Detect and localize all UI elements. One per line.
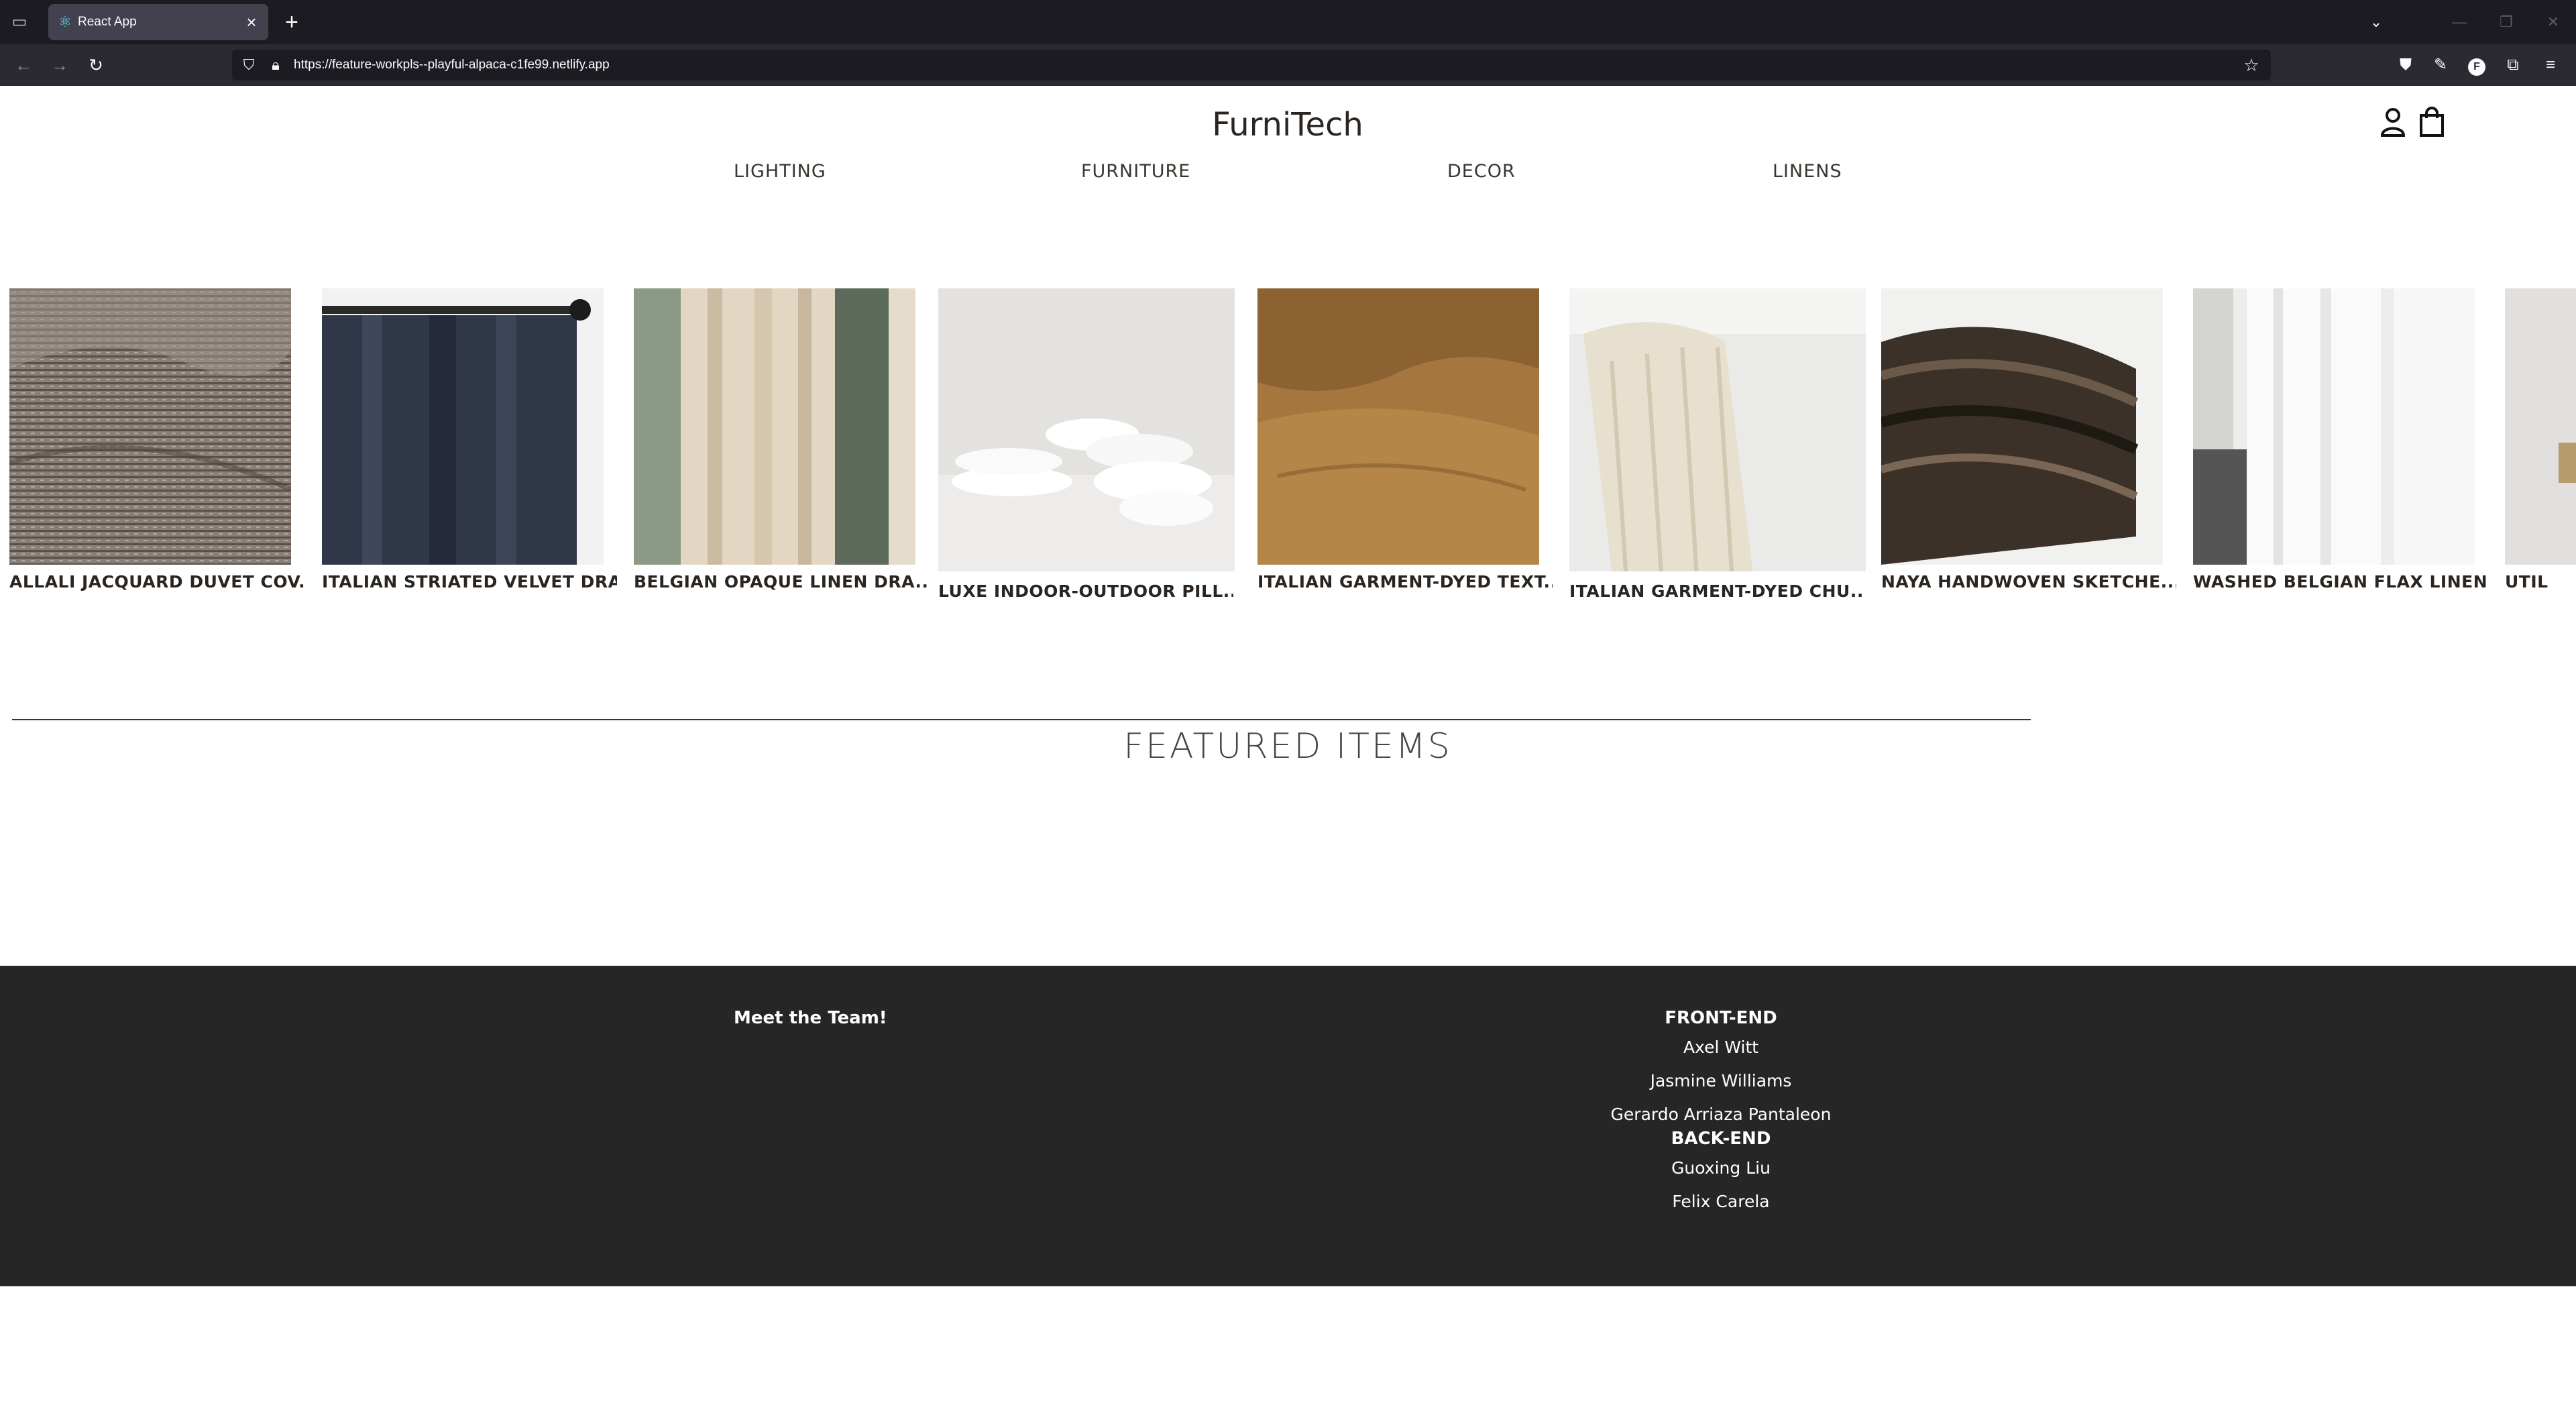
footer: Meet the Team! FRONT-END Axel Witt Jasmi… — [0, 966, 2576, 1286]
browser-nav-bar: ← → ↻ ⛉ 🔒︎ https://feature-workpls--play… — [0, 44, 2576, 86]
url-text[interactable]: https://feature-workpls--playful-alpaca-… — [294, 56, 610, 74]
product-card[interactable]: NAYA HANDWOVEN SKETCHE... — [1881, 288, 2176, 624]
restore-icon[interactable]: ❐ — [2495, 11, 2518, 34]
nav-decor[interactable]: DECOR — [1447, 160, 1516, 184]
address-bar[interactable]: ⛉ 🔒︎ https://feature-workpls--playful-al… — [232, 50, 2271, 80]
shopping-bag-icon[interactable] — [2416, 106, 2448, 139]
devtools-wrench-icon[interactable]: ✎ — [2429, 54, 2452, 76]
team-member: Gerardo Arriaza Pantaleon — [1610, 1105, 1832, 1124]
product-name[interactable]: ITALIAN GARMENT-DYED CHU... — [1569, 578, 1864, 605]
bookmark-star-icon[interactable]: ☆ — [2241, 55, 2261, 75]
product-card[interactable]: BELGIAN OPAQUE LINEN DRA... — [634, 288, 929, 624]
profile-icon[interactable]: F — [2465, 54, 2488, 76]
new-tab-icon[interactable]: + — [280, 11, 303, 34]
frontend-heading: FRONT-END — [1665, 1008, 1777, 1028]
close-window-icon[interactable]: ✕ — [2542, 11, 2565, 34]
tab-title: React App — [78, 15, 137, 29]
product-name[interactable]: LUXE INDOOR-OUTDOOR PILL... — [938, 578, 1233, 605]
react-favicon-icon: ⚛ — [58, 13, 72, 30]
product-card[interactable]: ITALIAN STRIATED VELVET DRA... — [322, 288, 617, 624]
team-list: FRONT-END Axel Witt Jasmine Williams Ger… — [1587, 1006, 1855, 1214]
product-image[interactable] — [2193, 288, 2475, 565]
browser-tab-bar: ▭ ⚛ React App × + ⌄ — ❐ ✕ — [0, 0, 2576, 44]
team-member: Axel Witt — [1683, 1038, 1759, 1057]
product-card[interactable]: WASHED BELGIAN FLAX LINEN... — [2193, 288, 2488, 624]
product-image[interactable] — [9, 288, 291, 565]
browser-tab[interactable]: ⚛ React App × — [48, 4, 268, 40]
backend-heading: BACK-END — [1671, 1129, 1771, 1149]
product-image[interactable] — [322, 288, 604, 565]
tracking-protection-icon[interactable]: ⛉ — [239, 55, 259, 75]
account-icon[interactable] — [2377, 106, 2409, 139]
product-name[interactable]: ALLALI JACQUARD DUVET COV... — [9, 569, 304, 596]
product-card[interactable]: ITALIAN GARMENT-DYED CHU... — [1569, 288, 1866, 624]
page: FurniTech LIGHTING FURNITURE DECOR LINEN… — [0, 86, 2576, 1401]
lock-icon[interactable]: 🔒︎ — [266, 55, 286, 75]
forward-icon[interactable]: → — [48, 54, 71, 76]
close-tab-icon[interactable]: × — [241, 12, 262, 32]
brand-logo[interactable]: FurniTech — [1120, 103, 1455, 146]
menu-icon[interactable]: ≡ — [2539, 54, 2562, 76]
product-carousel: ALLALI JACQUARD DUVET COV... ITALIAN STR… — [0, 288, 2576, 718]
product-name[interactable]: ITALIAN GARMENT-DYED TEXT... — [1257, 569, 1553, 596]
product-name[interactable]: ITALIAN STRIATED VELVET DRA... — [322, 569, 617, 596]
featured-items-title: FEATURED ITEMS — [1123, 726, 1452, 767]
product-card[interactable]: UTIL — [2505, 288, 2576, 624]
team-member: Felix Carela — [1672, 1192, 1770, 1211]
section-divider — [12, 719, 2031, 720]
product-image[interactable] — [1257, 288, 1539, 565]
product-name[interactable]: WASHED BELGIAN FLAX LINEN... — [2193, 569, 2488, 596]
product-image[interactable] — [1881, 288, 2163, 565]
product-card[interactable]: LUXE INDOOR-OUTDOOR PILL... — [938, 288, 1235, 624]
list-all-tabs-icon[interactable]: ⌄ — [2365, 11, 2388, 34]
product-image[interactable] — [2505, 288, 2576, 565]
product-name[interactable]: BELGIAN OPAQUE LINEN DRA... — [634, 569, 929, 596]
firefox-view-icon[interactable]: ▭ — [9, 12, 30, 32]
product-image[interactable] — [1569, 288, 1866, 571]
nav-lighting[interactable]: LIGHTING — [734, 160, 826, 184]
minimize-icon[interactable]: — — [2448, 11, 2471, 34]
nav-linens[interactable]: LINENS — [1773, 160, 1842, 184]
pocket-icon[interactable]: ⛊ — [2394, 54, 2417, 76]
meet-the-team-heading: Meet the Team! — [734, 1008, 887, 1028]
product-name[interactable]: NAYA HANDWOVEN SKETCHE... — [1881, 569, 2176, 596]
product-card[interactable]: ITALIAN GARMENT-DYED TEXT... — [1257, 288, 1553, 624]
product-image[interactable] — [938, 288, 1235, 571]
nav-furniture[interactable]: FURNITURE — [1081, 160, 1190, 184]
reload-icon[interactable]: ↻ — [85, 54, 107, 76]
product-name[interactable]: UTIL — [2505, 569, 2576, 596]
product-card[interactable]: ALLALI JACQUARD DUVET COV... — [9, 288, 304, 624]
product-image[interactable] — [634, 288, 915, 565]
extensions-icon[interactable]: ⧉ — [2502, 54, 2524, 76]
back-icon[interactable]: ← — [12, 54, 35, 76]
team-member: Guoxing Liu — [1671, 1158, 1771, 1178]
team-member: Jasmine Williams — [1650, 1071, 1792, 1090]
